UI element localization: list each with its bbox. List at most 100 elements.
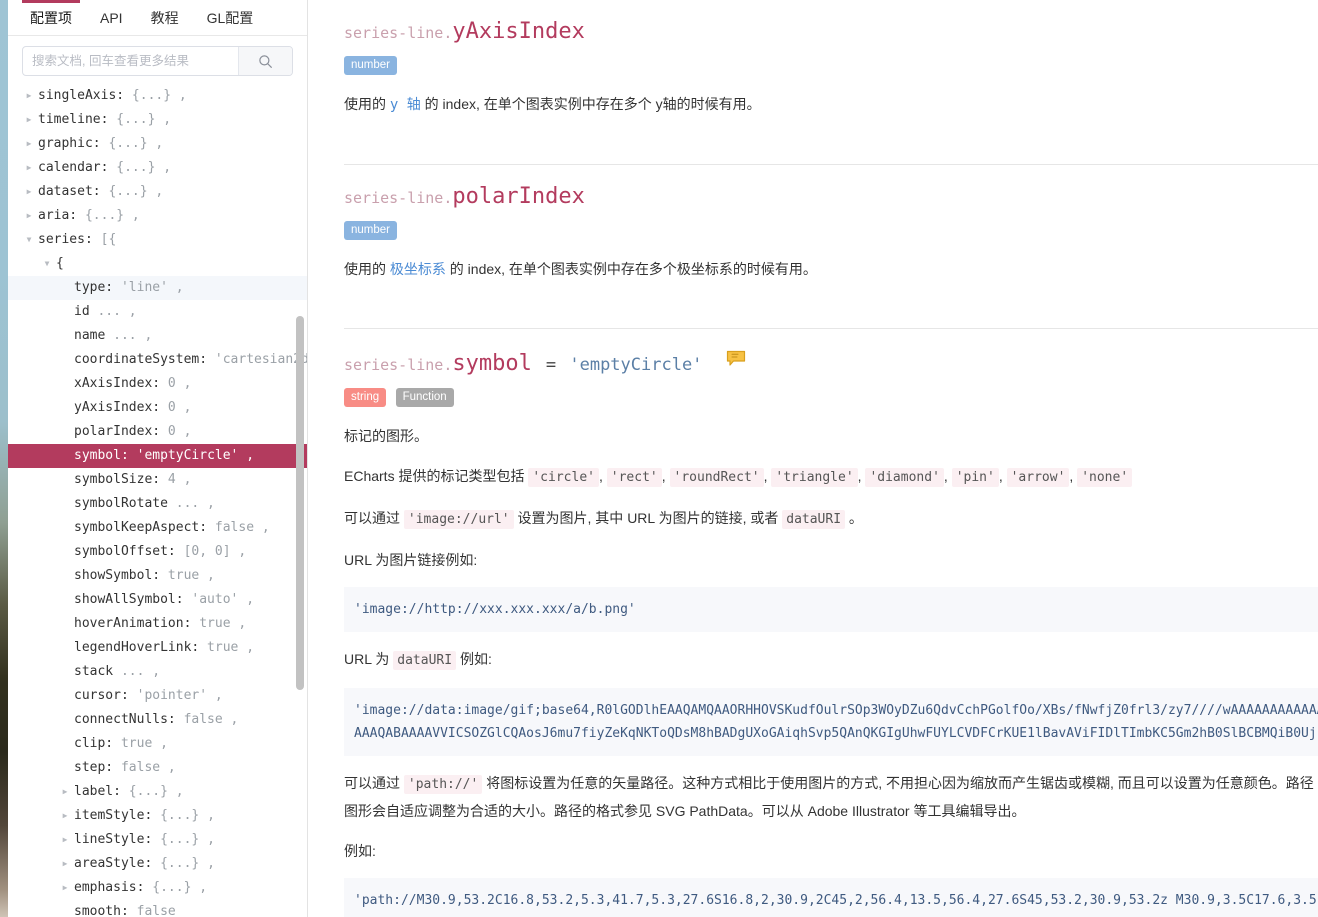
tab-gl-config[interactable]: GL配置 [193,0,268,36]
tree-item[interactable]: ▶ timeline: {...} , [8,108,307,132]
badge-function: Function [395,388,454,407]
tree-item[interactable]: xAxisIndex: 0 , [8,372,307,396]
tree-item[interactable]: smooth: false [8,900,307,917]
tree-item[interactable]: ▶ graphic: {...} , [8,132,307,156]
tree-item-key: calendar: [38,160,109,175]
tree-item[interactable]: symbolSize: 4 , [8,468,307,492]
tree-item[interactable]: yAxisIndex: 0 , [8,396,307,420]
tree-item-key: xAxisIndex: [74,376,161,391]
tree-item[interactable]: ▶ dataset: {...} , [8,180,307,204]
tree-item-value: [0, 0] , [175,544,247,559]
comment-bubble-icon[interactable] [726,347,746,375]
polarindex-badges: number [344,214,1318,242]
tree-item-key: symbolKeepAspect: [74,520,208,535]
tree-item[interactable]: clip: true , [8,732,307,756]
chevron-down-icon[interactable]: ▼ [24,228,34,252]
tree-item-value: {...} , [100,136,164,151]
tree-item[interactable]: hoverAnimation: true , [8,612,307,636]
chevron-right-icon[interactable]: ▶ [60,804,70,828]
tree-item-key: areaStyle: [74,856,153,871]
chevron-right-icon[interactable]: ▶ [60,876,70,900]
tree-item-key: lineStyle: [74,832,153,847]
tree-item-text: timeline: {...} , [38,112,171,127]
tree-item[interactable]: ▶ label: {...} , [8,780,307,804]
polar-link[interactable]: 极坐标系 [390,261,446,277]
page-background-strip [0,0,8,917]
search-button[interactable] [238,47,292,75]
symbol-description: 标记的图形。 [344,428,428,444]
tree-item-value: {...} , [152,808,215,823]
sidebar-scrollbar-thumb[interactable] [296,316,304,690]
image-line-mid: 设置为图片, 其中 URL 为图片的链接, 或者 [513,510,783,526]
tab-api-label: API [100,9,123,26]
tree-item-value: 'pointer' , [128,688,223,703]
tree-item-value: {...} , [77,208,140,223]
tree-item-key: yAxisIndex: [74,400,161,415]
badge-number: number [344,56,397,75]
tree-item[interactable]: symbolKeepAspect: false , [8,516,307,540]
polarindex-name: polarIndex [452,184,585,209]
yaxisindex-parent: series-line. [344,24,453,42]
tree-item-key: series: [38,232,93,247]
tab-api[interactable]: API [86,0,137,36]
tree-item[interactable]: ▶ areaStyle: {...} , [8,852,307,876]
chevron-right-icon[interactable]: ▶ [24,204,34,228]
tree-item[interactable]: coordinateSystem: 'cartesian2d' [8,348,308,372]
chevron-right-icon[interactable]: ▶ [24,108,34,132]
chevron-right-icon[interactable]: ▶ [60,852,70,876]
tree-item[interactable]: symbolRotate ... , [8,492,307,516]
tree-item[interactable]: symbolOffset: [0, 0] , [8,540,307,564]
tree-item[interactable]: type: 'line' , [8,276,307,300]
tree-item[interactable]: ▶ lineStyle: {...} , [8,828,307,852]
y-axis-link[interactable]: y 轴 [390,97,421,113]
yaxisindex-title: series-line.yAxisIndex [344,0,1318,49]
tree-item[interactable]: ▼ series: [{ [8,228,307,252]
tree-item[interactable]: ▶ itemStyle: {...} , [8,804,307,828]
tree-item-value: 0 , [160,424,192,439]
chevron-right-icon[interactable]: ▶ [24,132,34,156]
config-tree[interactable]: ▶ singleAxis: {...} , ▶ timeline: {...} , ▶ g… [8,84,308,917]
tree-item[interactable]: stack ... , [8,660,307,684]
main-content: series-line.yAxisIndex number 使用的 y 轴 的 … [309,0,1318,917]
tree-item[interactable]: cursor: 'pointer' , [8,684,307,708]
tree-item[interactable]: ▶ aria: {...} , [8,204,307,228]
tree-item-text: showSymbol: true , [74,568,215,583]
tree-item[interactable]: showSymbol: true , [8,564,307,588]
tree-item[interactable]: ▶ emphasis: {...} , [8,876,307,900]
tree-item[interactable]: legendHoverLink: true , [8,636,307,660]
chevron-right-icon[interactable]: ▶ [60,780,70,804]
tab-config[interactable]: 配置项 [16,0,86,36]
tree-item[interactable]: id ... , [8,300,307,324]
chevron-right-icon[interactable]: ▶ [60,828,70,852]
tree-item-text: lineStyle: {...} , [74,832,215,847]
comma-separator: , [661,468,670,484]
chevron-right-icon[interactable]: ▶ [24,84,34,108]
tree-item[interactable]: ▶ singleAxis: {...} , [8,84,307,108]
symbol-title: series-line.symbol = 'emptyCircle' [344,329,1318,381]
tree-item[interactable]: symbol: 'emptyCircle' , [8,444,307,468]
chevron-right-icon[interactable]: ▶ [24,156,34,180]
tree-item-value: false , [207,520,270,535]
tree-item[interactable]: ▼{ [8,252,307,276]
tree-item-value: true , [191,616,247,631]
tree-item-key: smooth: [74,904,129,917]
tree-item[interactable]: ▶ calendar: {...} , [8,156,307,180]
tree-item[interactable]: connectNulls: false , [8,708,307,732]
tree-item[interactable]: step: false , [8,756,307,780]
tree-item-value: 'cartesian2d' [207,352,308,367]
tree-item[interactable]: name ... , [8,324,307,348]
chevron-down-icon[interactable]: ▼ [42,252,52,276]
tree-item-value: false [128,904,176,917]
path-para-post: 将图标设置为任意的矢量路径。这种方式相比于使用图片的方式, 不用担心因为缩放而产… [344,775,1314,819]
tab-tutorial[interactable]: 教程 [137,0,193,36]
tree-item-text: symbolRotate ... , [74,496,215,511]
tree-item[interactable]: polarIndex: 0 , [8,420,307,444]
comma-separator: , [598,468,607,484]
tree-item-key: aria: [38,208,78,223]
symbol-types-list: 'circle', 'rect', 'roundRect', 'triangle… [528,468,1133,487]
path-para-pre: 可以通过 [344,775,404,791]
search-input[interactable] [23,47,238,75]
tree-item-text: { [56,256,64,271]
chevron-right-icon[interactable]: ▶ [24,180,34,204]
tree-item[interactable]: showAllSymbol: 'auto' , [8,588,307,612]
